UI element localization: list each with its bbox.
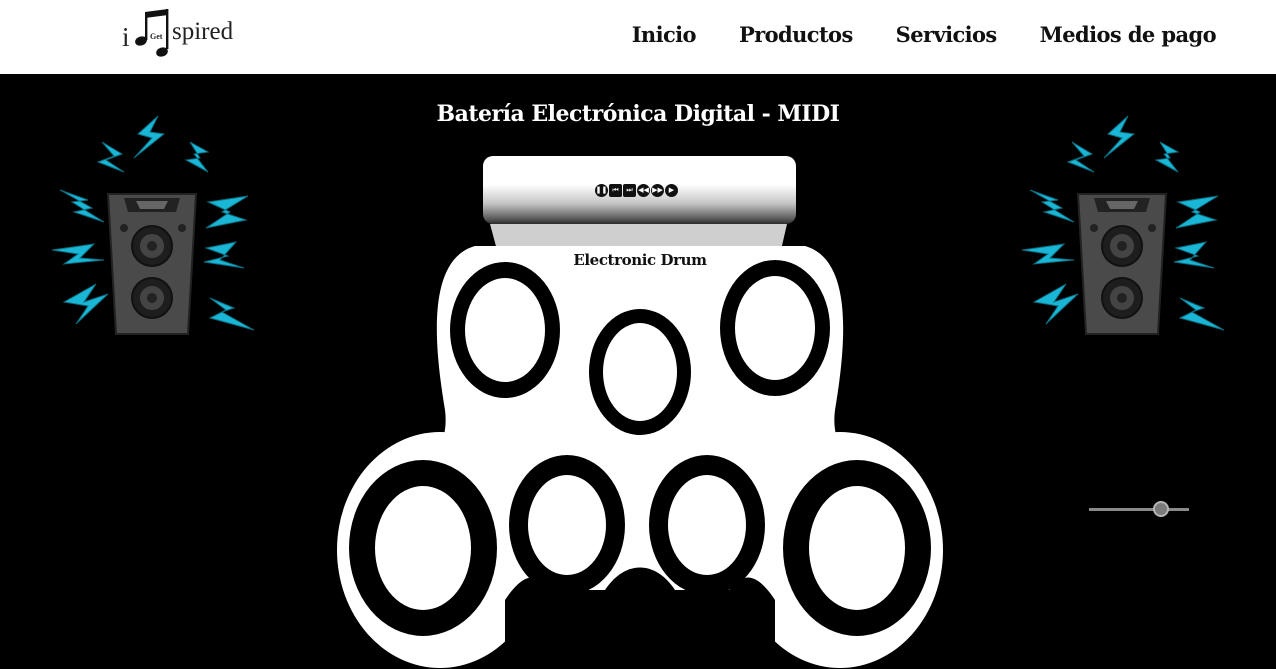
nav-link-medios-de-pago[interactable]: Medios de pago <box>1040 22 1217 47</box>
logo-letter-i: i <box>122 22 130 52</box>
drum-pad-top-center[interactable] <box>589 309 691 435</box>
drum-pad-top-right[interactable] <box>720 260 830 396</box>
skip-back-icon[interactable]: ⏮ <box>609 184 622 197</box>
logo-get: Get <box>150 32 163 41</box>
main-menu: Inicio Productos Servicios Medios de pag… <box>632 22 1217 47</box>
fast-forward-icon[interactable]: ▶▶ <box>651 184 664 197</box>
nav-link-productos[interactable]: Productos <box>739 22 853 47</box>
skip-forward-icon[interactable]: ⏭ <box>623 184 636 197</box>
drum-pad-bottom-left[interactable] <box>509 455 625 595</box>
drum-pad-bottom-far-left[interactable] <box>349 460 497 636</box>
pause-icon[interactable]: ❚❚ <box>595 184 608 197</box>
transport-controls: ❚❚ ⏮ ⏭ ◀◀ ▶▶ ▶ <box>595 184 678 197</box>
speaker-right-icon <box>1021 115 1225 335</box>
logo-spired: spired <box>172 18 234 45</box>
drum-kit-label: Electronic Drum <box>573 251 707 269</box>
logo[interactable]: i Get spired <box>120 8 240 62</box>
rewind-icon[interactable]: ◀◀ <box>637 184 650 197</box>
top-navbar: i Get spired Inicio Productos Servicios … <box>0 0 1276 74</box>
control-panel: ❚❚ ⏮ ⏭ ◀◀ ▶▶ ▶ <box>483 156 796 224</box>
drum-pad-top-left[interactable] <box>450 262 560 398</box>
play-icon[interactable]: ▶ <box>665 184 678 197</box>
drum-pad-bottom-far-right[interactable] <box>783 460 931 636</box>
drum-pad-bottom-right[interactable] <box>649 455 765 595</box>
volume-slider[interactable] <box>1089 500 1189 520</box>
drum-kit-body <box>337 224 943 669</box>
slider-thumb[interactable] <box>1153 501 1169 517</box>
nav-link-servicios[interactable]: Servicios <box>896 22 998 47</box>
speaker-left-icon <box>51 115 255 335</box>
nav-link-inicio[interactable]: Inicio <box>632 22 697 47</box>
electronic-drum-kit: ❚❚ ⏮ ⏭ ◀◀ ▶▶ ▶ Electronic Drum <box>335 150 945 669</box>
slider-track <box>1089 508 1189 511</box>
